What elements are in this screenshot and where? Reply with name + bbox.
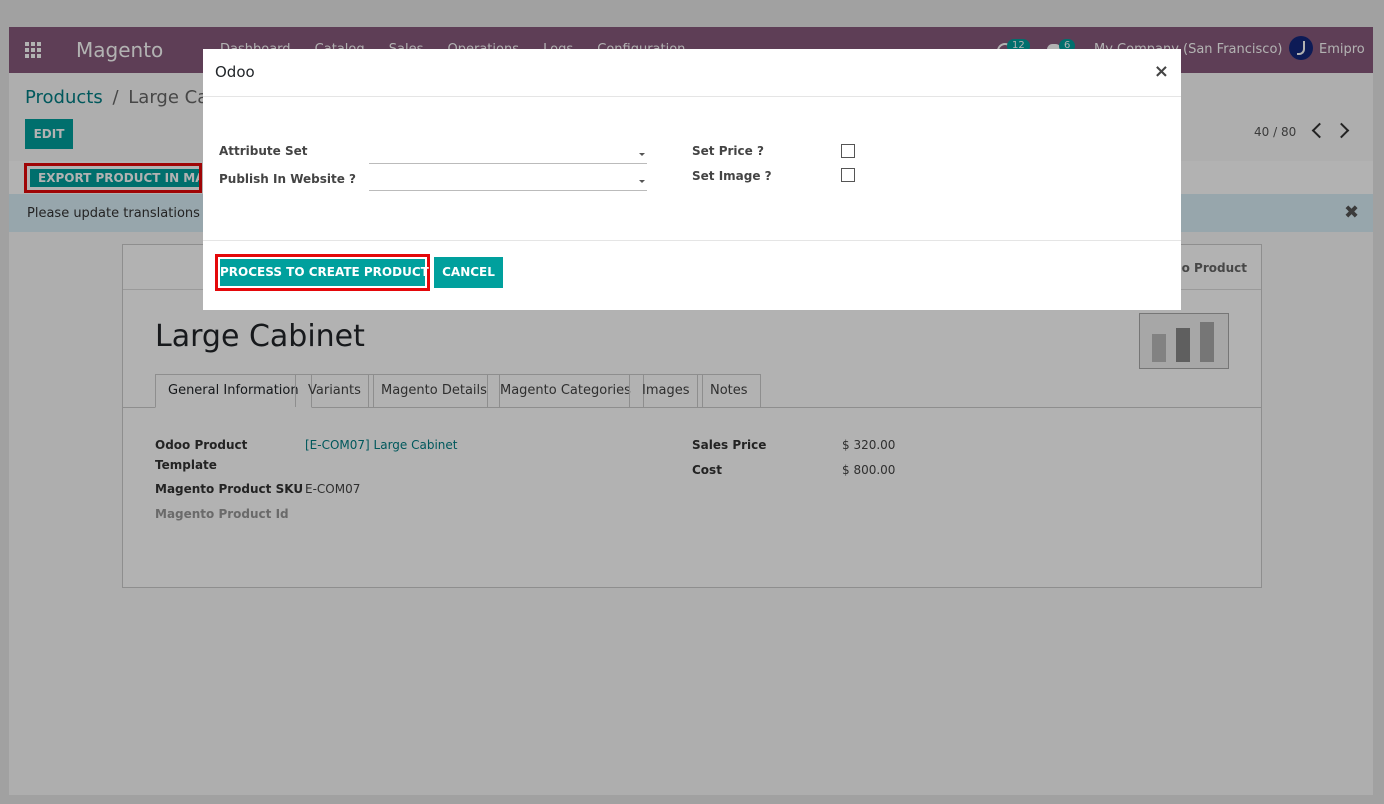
- set-price-checkbox[interactable]: [841, 144, 855, 158]
- chevron-down-icon: [639, 153, 645, 156]
- create-product-dialog: Odoo × Attribute Set Publish In Website …: [203, 49, 1181, 310]
- set-image-checkbox[interactable]: [841, 168, 855, 182]
- set-price-label: Set Price ?: [692, 144, 764, 158]
- attribute-set-label: Attribute Set: [219, 144, 308, 158]
- set-image-label: Set Image ?: [692, 169, 772, 183]
- dialog-title: Odoo: [215, 63, 255, 81]
- attribute-set-select[interactable]: [369, 143, 647, 164]
- process-to-create-product-button[interactable]: PROCESS TO CREATE PRODUCT: [215, 254, 430, 291]
- process-button-label: PROCESS TO CREATE PRODUCT: [220, 259, 429, 286]
- dialog-footer: PROCESS TO CREATE PRODUCT CANCEL: [203, 240, 1181, 311]
- cancel-button[interactable]: CANCEL: [434, 257, 503, 288]
- publish-in-website-select[interactable]: [369, 170, 647, 191]
- close-icon[interactable]: ×: [1154, 61, 1169, 82]
- publish-in-website-label: Publish In Website ?: [219, 172, 357, 186]
- dialog-header: Odoo ×: [203, 49, 1181, 97]
- chevron-down-icon: [639, 180, 645, 183]
